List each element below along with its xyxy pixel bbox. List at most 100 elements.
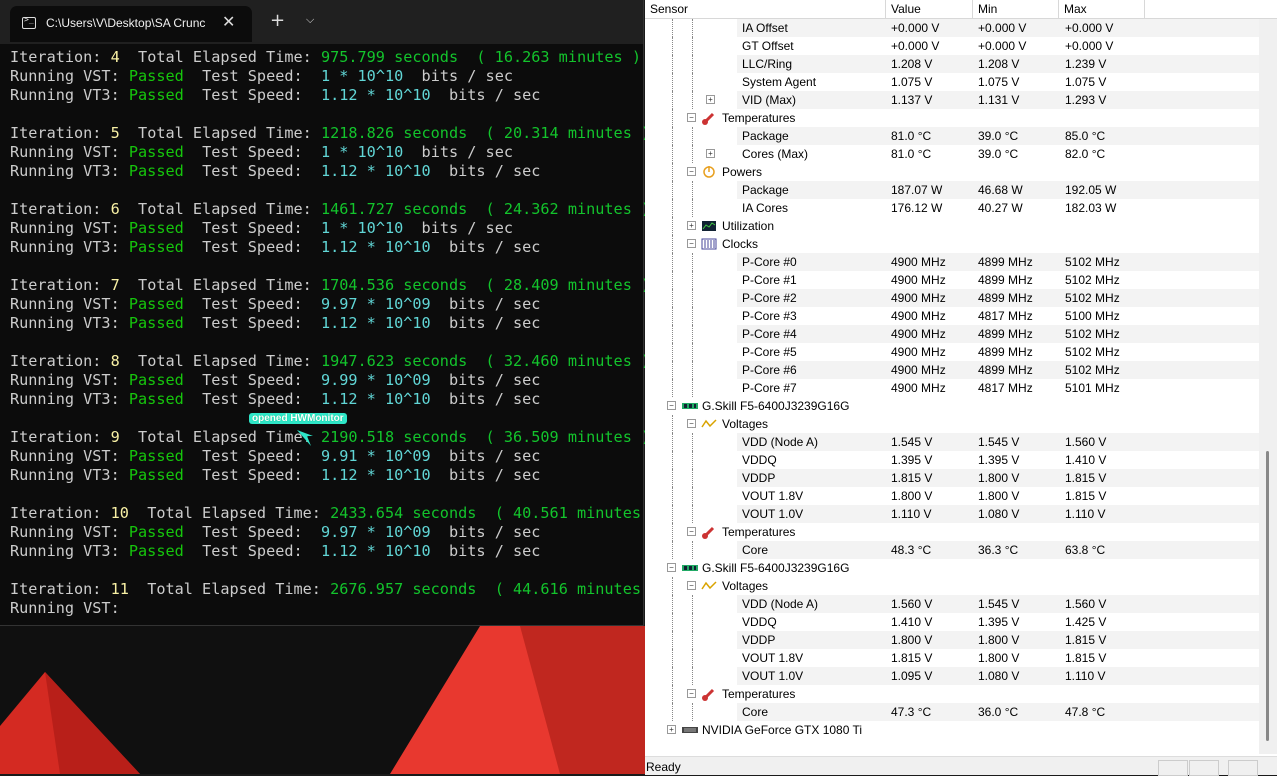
vt3-label: Running VT3: <box>10 86 120 104</box>
sensor-min: 1.080 V <box>978 669 1020 683</box>
vt3-label: Running VT3: <box>10 390 120 408</box>
sensor-group-row[interactable]: + Utilization <box>645 217 1259 235</box>
sensor-value: 1.800 V <box>891 633 933 647</box>
sensor-min: 4817 MHz <box>978 381 1033 395</box>
iteration-label: Iteration: <box>10 580 102 598</box>
sensor-group-row[interactable]: − Voltages <box>645 415 1259 433</box>
sensor-min: 1.395 V <box>978 453 1020 467</box>
collapse-icon[interactable]: − <box>667 563 676 572</box>
speed-unit: bits / sec <box>421 219 513 237</box>
sensor-row[interactable]: Core 47.3 °C 36.0 °C 47.8 °C <box>645 703 1259 721</box>
tree-line <box>672 487 673 505</box>
vst-speed: 9.99 * 10^09 <box>320 371 431 389</box>
chevron-down-icon[interactable]: ⌵ <box>306 13 314 27</box>
elapsed-seconds: 1218.826 seconds <box>320 124 468 142</box>
sensor-row[interactable]: P-Core #4 4900 MHz 4899 MHz 5102 MHz <box>645 325 1259 343</box>
column-value[interactable]: Value <box>886 0 973 18</box>
thermometer-icon <box>701 525 715 539</box>
sensor-group-row[interactable]: − G.Skill F5-6400J3239G16G <box>645 397 1259 415</box>
sensor-row[interactable]: System Agent 1.075 V 1.075 V 1.075 V <box>645 73 1259 91</box>
sensor-row[interactable]: P-Core #5 4900 MHz 4899 MHz 5102 MHz <box>645 343 1259 361</box>
collapse-icon[interactable]: − <box>687 113 696 122</box>
sensor-row[interactable]: VDD (Node A) 1.545 V 1.545 V 1.560 V <box>645 433 1259 451</box>
expand-icon[interactable]: + <box>667 725 676 734</box>
sensor-row[interactable]: VDDQ 1.395 V 1.395 V 1.410 V <box>645 451 1259 469</box>
sensor-row[interactable]: P-Core #1 4900 MHz 4899 MHz 5102 MHz <box>645 271 1259 289</box>
sensor-group-row[interactable]: − Voltages <box>645 577 1259 595</box>
vst-result: Passed <box>128 523 184 541</box>
sensor-row[interactable]: + VID (Max) 1.137 V 1.131 V 1.293 V <box>645 91 1259 109</box>
sensor-row[interactable]: P-Core #6 4900 MHz 4899 MHz 5102 MHz <box>645 361 1259 379</box>
sensor-row[interactable]: P-Core #0 4900 MHz 4899 MHz 5102 MHz <box>645 253 1259 271</box>
sensor-group-row[interactable]: − Temperatures <box>645 523 1259 541</box>
new-tab-button[interactable]: + <box>270 10 285 31</box>
sensor-row[interactable]: Core 48.3 °C 36.3 °C 63.8 °C <box>645 541 1259 559</box>
expand-icon[interactable]: + <box>687 221 696 230</box>
sensor-row[interactable]: VDDP 1.815 V 1.800 V 1.815 V <box>645 469 1259 487</box>
sensor-row[interactable]: P-Core #2 4900 MHz 4899 MHz 5102 MHz <box>645 289 1259 307</box>
sensor-row[interactable]: VOUT 1.0V 1.095 V 1.080 V 1.110 V <box>645 667 1259 685</box>
vertical-scrollbar[interactable] <box>1259 19 1277 754</box>
sensor-group-row[interactable]: − G.Skill F5-6400J3239G16G <box>645 559 1259 577</box>
collapse-icon[interactable]: − <box>687 527 696 536</box>
expand-icon[interactable]: + <box>706 149 715 158</box>
sensor-row[interactable]: P-Core #7 4900 MHz 4817 MHz 5101 MHz <box>645 379 1259 397</box>
tree-line <box>672 145 673 163</box>
sensor-label: VOUT 1.0V <box>742 507 804 521</box>
collapse-icon[interactable]: − <box>687 419 696 428</box>
expand-icon[interactable]: + <box>706 95 715 104</box>
collapse-icon[interactable]: − <box>687 239 696 248</box>
collapse-icon[interactable]: − <box>667 401 676 410</box>
sensor-min: 1.395 V <box>978 615 1020 629</box>
sensor-row[interactable]: Package 187.07 W 46.68 W 192.05 W <box>645 181 1259 199</box>
sensor-label: VOUT 1.0V <box>742 669 804 683</box>
collapse-icon[interactable]: − <box>687 167 696 176</box>
tree-line <box>692 541 693 559</box>
speed-unit: bits / sec <box>448 295 541 313</box>
sensor-group-row[interactable]: − Temperatures <box>645 109 1259 127</box>
sensor-row[interactable]: P-Core #3 4900 MHz 4817 MHz 5100 MHz <box>645 307 1259 325</box>
close-tab-icon[interactable]: ✕ <box>222 12 235 31</box>
terminal-tab[interactable]: C:\Users\V\Desktop\SA Crunc ✕ <box>10 6 252 42</box>
tree-line <box>672 199 673 217</box>
sensor-value: 1.095 V <box>891 669 933 683</box>
sensor-tree[interactable]: IA Offset +0.000 V +0.000 V +0.000 V GT Offs… <box>645 19 1259 754</box>
sensor-min: 1.800 V <box>978 651 1020 665</box>
elapsed-seconds: 975.799 seconds <box>320 48 459 66</box>
column-sensor[interactable]: Sensor <box>645 0 886 18</box>
sensor-min: 4817 MHz <box>978 309 1033 323</box>
sensor-row[interactable]: VOUT 1.8V 1.800 V 1.800 V 1.815 V <box>645 487 1259 505</box>
sensor-value: 4900 MHz <box>891 381 946 395</box>
column-max[interactable]: Max <box>1059 0 1145 18</box>
sensor-row[interactable]: Package 81.0 °C 39.0 °C 85.0 °C <box>645 127 1259 145</box>
sensor-min: 4899 MHz <box>978 255 1033 269</box>
sensor-max: 5100 MHz <box>1065 309 1120 323</box>
sensor-row[interactable]: IA Offset +0.000 V +0.000 V +0.000 V <box>645 19 1259 37</box>
vt3-result: Passed <box>128 162 184 180</box>
collapse-icon[interactable]: − <box>687 581 696 590</box>
sensor-row[interactable]: VOUT 1.0V 1.110 V 1.080 V 1.110 V <box>645 505 1259 523</box>
scrollbar-thumb[interactable] <box>1266 451 1269 741</box>
sensor-row[interactable]: VDDQ 1.410 V 1.395 V 1.425 V <box>645 613 1259 631</box>
sensor-row[interactable]: LLC/Ring 1.208 V 1.208 V 1.239 V <box>645 55 1259 73</box>
sensor-group-row[interactable]: − Clocks <box>645 235 1259 253</box>
tree-line <box>672 361 673 379</box>
sensor-row[interactable]: VDD (Node A) 1.560 V 1.545 V 1.560 V <box>645 595 1259 613</box>
sensor-group-row[interactable]: − Powers <box>645 163 1259 181</box>
sensor-row[interactable]: IA Cores 176.12 W 40.27 W 182.03 W <box>645 199 1259 217</box>
sensor-row[interactable]: GT Offset +0.000 V +0.000 V +0.000 V <box>645 37 1259 55</box>
sensor-row[interactable]: VOUT 1.8V 1.815 V 1.800 V 1.815 V <box>645 649 1259 667</box>
sensor-label: VOUT 1.8V <box>742 489 804 503</box>
sensor-max: 47.8 °C <box>1065 705 1106 719</box>
collapse-icon[interactable]: − <box>687 689 696 698</box>
sensor-group-row[interactable]: + NVIDIA GeForce GTX 1080 Ti <box>645 721 1259 739</box>
tree-line <box>672 109 673 127</box>
sensor-row[interactable]: + Cores (Max) 81.0 °C 39.0 °C 82.0 °C <box>645 145 1259 163</box>
tree-line <box>692 595 693 613</box>
column-min[interactable]: Min <box>973 0 1059 18</box>
console-output[interactable]: Iteration: 4 Total Elapsed Time: 975.799… <box>10 48 659 618</box>
sensor-group-row[interactable]: − Temperatures <box>645 685 1259 703</box>
sensor-row[interactable]: VDDP 1.800 V 1.800 V 1.815 V <box>645 631 1259 649</box>
vt3-label: Running VT3: <box>10 162 120 180</box>
